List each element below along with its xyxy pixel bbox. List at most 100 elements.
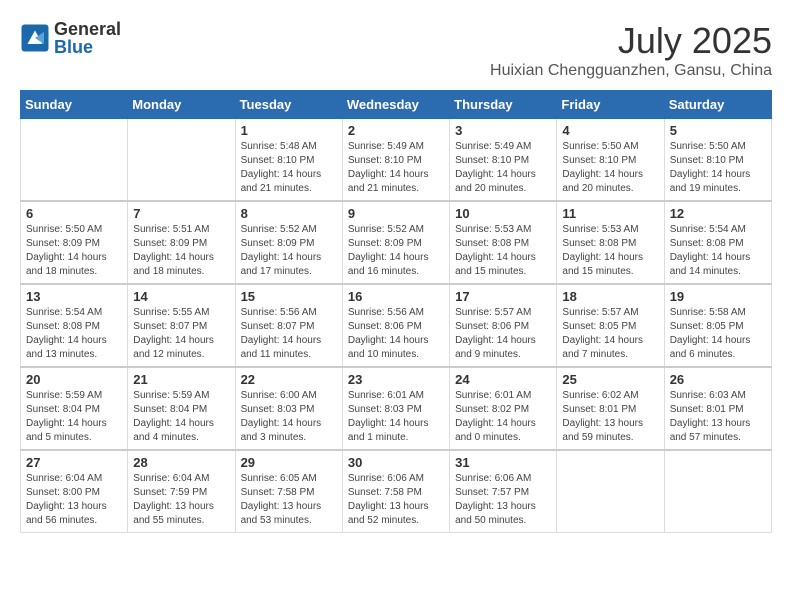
calendar-header-wednesday: Wednesday [342, 91, 449, 119]
calendar-day-cell: 28 Sunrise: 6:04 AM Sunset: 7:59 PM Dayli… [128, 450, 235, 533]
day-info: Sunrise: 5:57 AM Sunset: 8:05 PM Dayligh… [562, 306, 658, 362]
day-number: 28 [133, 455, 229, 470]
day-number: 19 [670, 289, 766, 304]
day-number: 26 [670, 372, 766, 387]
day-info: Sunrise: 5:50 AM Sunset: 8:09 PM Dayligh… [26, 223, 122, 279]
calendar-day-cell: 27 Sunrise: 6:04 AM Sunset: 8:00 PM Dayli… [21, 450, 128, 533]
calendar-day-cell: 30Sunrise: 6:06 AM Sunset: 7:58 PM Dayli… [342, 450, 449, 533]
calendar-day-cell: 8 Sunrise: 5:52 AM Sunset: 8:09 PM Daylig… [235, 201, 342, 284]
calendar-day-cell: 29Sunrise: 6:05 AM Sunset: 7:58 PM Dayli… [235, 450, 342, 533]
calendar-day-cell: 15 Sunrise: 5:56 AM Sunset: 8:07 PM Dayli… [235, 284, 342, 367]
calendar-day-cell: 14 Sunrise: 5:55 AM Sunset: 8:07 PM Dayli… [128, 284, 235, 367]
day-info: Sunrise: 5:52 AM Sunset: 8:09 PM Dayligh… [241, 223, 337, 279]
calendar-day-cell: 16 Sunrise: 5:56 AM Sunset: 8:06 PM Dayli… [342, 284, 449, 367]
day-info: Sunrise: 5:50 AM Sunset: 8:10 PM Dayligh… [670, 140, 766, 196]
day-info: Sunrise: 6:01 AM Sunset: 8:02 PM Dayligh… [455, 389, 551, 445]
day-number: 5 [670, 123, 766, 138]
logo-general: General [54, 20, 121, 38]
day-number: 12 [670, 206, 766, 221]
calendar-day-cell: 3Sunrise: 5:49 AM Sunset: 8:10 PM Daylig… [450, 119, 557, 202]
day-info: Sunrise: 5:56 AM Sunset: 8:06 PM Dayligh… [348, 306, 444, 362]
day-info: Sunrise: 6:02 AM Sunset: 8:01 PM Dayligh… [562, 389, 658, 445]
calendar-day-cell: 23 Sunrise: 6:01 AM Sunset: 8:03 PM Dayli… [342, 367, 449, 450]
day-number: 25 [562, 372, 658, 387]
day-info: Sunrise: 6:04 AM Sunset: 7:59 PM Dayligh… [133, 472, 229, 528]
calendar-day-cell: 1Sunrise: 5:48 AM Sunset: 8:10 PM Daylig… [235, 119, 342, 202]
day-info: Sunrise: 5:53 AM Sunset: 8:08 PM Dayligh… [455, 223, 551, 279]
day-number: 29 [241, 455, 337, 470]
calendar-day-cell: 19 Sunrise: 5:58 AM Sunset: 8:05 PM Dayli… [664, 284, 771, 367]
calendar-day-cell: 13 Sunrise: 5:54 AM Sunset: 8:08 PM Dayli… [21, 284, 128, 367]
calendar-header-saturday: Saturday [664, 91, 771, 119]
day-info: Sunrise: 6:04 AM Sunset: 8:00 PM Dayligh… [26, 472, 122, 528]
day-number: 11 [562, 206, 658, 221]
day-info: Sunrise: 5:59 AM Sunset: 8:04 PM Dayligh… [133, 389, 229, 445]
calendar-header-row: SundayMondayTuesdayWednesdayThursdayFrid… [21, 91, 772, 119]
calendar-week-row: 13 Sunrise: 5:54 AM Sunset: 8:08 PM Dayli… [21, 284, 772, 367]
logo-text: General Blue [54, 20, 121, 56]
calendar-day-cell: 22 Sunrise: 6:00 AM Sunset: 8:03 PM Dayli… [235, 367, 342, 450]
day-number: 7 [133, 206, 229, 221]
calendar-day-cell: 31 Sunrise: 6:06 AM Sunset: 7:57 PM Dayli… [450, 450, 557, 533]
day-number: 16 [348, 289, 444, 304]
calendar-header-monday: Monday [128, 91, 235, 119]
day-info: Sunrise: 5:54 AM Sunset: 8:08 PM Dayligh… [26, 306, 122, 362]
calendar-day-cell: 26Sunrise: 6:03 AM Sunset: 8:01 PM Dayli… [664, 367, 771, 450]
day-number: 3 [455, 123, 551, 138]
logo: General Blue [20, 20, 121, 56]
day-info: Sunrise: 5:59 AM Sunset: 8:04 PM Dayligh… [26, 389, 122, 445]
day-number: 23 [348, 372, 444, 387]
page-header: General Blue July 2025 Huixian Chengguan… [20, 20, 772, 80]
title-section: July 2025 Huixian Chengguanzhen, Gansu, … [490, 20, 772, 80]
day-info: Sunrise: 6:06 AM Sunset: 7:57 PM Dayligh… [455, 472, 551, 528]
month-title: July 2025 [490, 20, 772, 62]
day-number: 22 [241, 372, 337, 387]
calendar-day-cell: 20 Sunrise: 5:59 AM Sunset: 8:04 PM Dayli… [21, 367, 128, 450]
day-number: 18 [562, 289, 658, 304]
calendar-week-row: 1Sunrise: 5:48 AM Sunset: 8:10 PM Daylig… [21, 119, 772, 202]
calendar-day-cell: 21 Sunrise: 5:59 AM Sunset: 8:04 PM Dayli… [128, 367, 235, 450]
logo-icon [20, 23, 50, 53]
day-number: 8 [241, 206, 337, 221]
day-info: Sunrise: 5:49 AM Sunset: 8:10 PM Dayligh… [348, 140, 444, 196]
day-info: Sunrise: 6:01 AM Sunset: 8:03 PM Dayligh… [348, 389, 444, 445]
calendar-week-row: 6Sunrise: 5:50 AM Sunset: 8:09 PM Daylig… [21, 201, 772, 284]
day-number: 9 [348, 206, 444, 221]
calendar-day-cell: 6Sunrise: 5:50 AM Sunset: 8:09 PM Daylig… [21, 201, 128, 284]
day-info: Sunrise: 5:54 AM Sunset: 8:08 PM Dayligh… [670, 223, 766, 279]
calendar-header-tuesday: Tuesday [235, 91, 342, 119]
calendar-day-cell [664, 450, 771, 533]
day-info: Sunrise: 5:50 AM Sunset: 8:10 PM Dayligh… [562, 140, 658, 196]
day-info: Sunrise: 6:00 AM Sunset: 8:03 PM Dayligh… [241, 389, 337, 445]
calendar-day-cell: 10 Sunrise: 5:53 AM Sunset: 8:08 PM Dayli… [450, 201, 557, 284]
day-number: 17 [455, 289, 551, 304]
calendar-day-cell: 11 Sunrise: 5:53 AM Sunset: 8:08 PM Dayli… [557, 201, 664, 284]
day-number: 21 [133, 372, 229, 387]
day-number: 10 [455, 206, 551, 221]
location-title: Huixian Chengguanzhen, Gansu, China [490, 62, 772, 80]
day-number: 31 [455, 455, 551, 470]
day-number: 13 [26, 289, 122, 304]
calendar-day-cell: 9 Sunrise: 5:52 AM Sunset: 8:09 PM Daylig… [342, 201, 449, 284]
calendar-day-cell: 18 Sunrise: 5:57 AM Sunset: 8:05 PM Dayli… [557, 284, 664, 367]
day-info: Sunrise: 5:55 AM Sunset: 8:07 PM Dayligh… [133, 306, 229, 362]
calendar-day-cell [557, 450, 664, 533]
calendar-day-cell: 12 Sunrise: 5:54 AM Sunset: 8:08 PM Dayli… [664, 201, 771, 284]
day-number: 14 [133, 289, 229, 304]
logo-blue: Blue [54, 38, 121, 56]
calendar-table: SundayMondayTuesdayWednesdayThursdayFrid… [20, 90, 772, 533]
day-info: Sunrise: 5:53 AM Sunset: 8:08 PM Dayligh… [562, 223, 658, 279]
day-number: 20 [26, 372, 122, 387]
day-info: Sunrise: 5:58 AM Sunset: 8:05 PM Dayligh… [670, 306, 766, 362]
calendar-week-row: 27 Sunrise: 6:04 AM Sunset: 8:00 PM Dayli… [21, 450, 772, 533]
calendar-day-cell: 17 Sunrise: 5:57 AM Sunset: 8:06 PM Dayli… [450, 284, 557, 367]
day-number: 27 [26, 455, 122, 470]
day-info: Sunrise: 5:51 AM Sunset: 8:09 PM Dayligh… [133, 223, 229, 279]
day-number: 15 [241, 289, 337, 304]
calendar-day-cell: 4Sunrise: 5:50 AM Sunset: 8:10 PM Daylig… [557, 119, 664, 202]
calendar-header-thursday: Thursday [450, 91, 557, 119]
day-info: Sunrise: 5:57 AM Sunset: 8:06 PM Dayligh… [455, 306, 551, 362]
day-info: Sunrise: 5:56 AM Sunset: 8:07 PM Dayligh… [241, 306, 337, 362]
day-info: Sunrise: 5:52 AM Sunset: 8:09 PM Dayligh… [348, 223, 444, 279]
calendar-week-row: 20 Sunrise: 5:59 AM Sunset: 8:04 PM Dayli… [21, 367, 772, 450]
